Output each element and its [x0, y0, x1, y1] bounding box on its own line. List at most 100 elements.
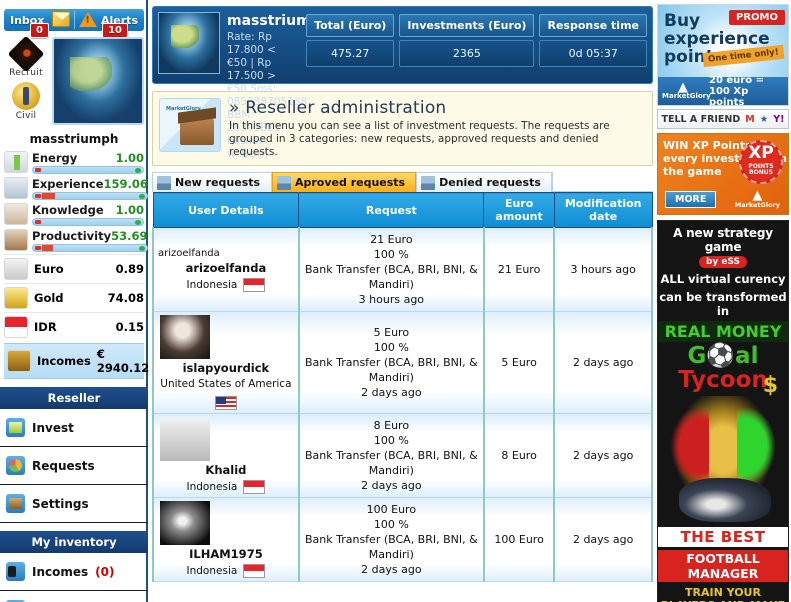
football-boots-icon [679, 478, 771, 522]
column-request[interactable]: Request [298, 192, 485, 228]
incomes-count: (0) [95, 564, 115, 579]
inbox-alerts-bar: Inbox 0 Alerts 10 [4, 9, 145, 38]
knowledge-icon [4, 203, 28, 225]
yahoo-icon[interactable]: Y! [773, 114, 784, 125]
column-user-details[interactable]: User Details [152, 192, 300, 228]
tab-approved-requests[interactable]: Aproved requests [272, 172, 417, 192]
productivity-bar [32, 244, 148, 252]
cell-user-details: arizoelfanda arizoelfanda Indonesia [152, 227, 300, 312]
sidebar-item-referrals[interactable]: Referrals [0, 591, 148, 602]
user-thumbnail[interactable] [160, 417, 210, 461]
flag-indonesia-icon [243, 480, 266, 494]
ad-win-xp-points[interactable]: WIN XP Points for every investment in th… [657, 133, 789, 215]
avatar[interactable] [52, 37, 144, 125]
recruit-button[interactable]: Recruit [7, 35, 45, 78]
productivity-value: 53.69 [111, 229, 148, 243]
tab-new-requests[interactable]: New requests [152, 172, 272, 192]
incomes-summary[interactable]: Incomes € 2940.12 [4, 343, 149, 379]
user-name[interactable]: islapyourdick [158, 361, 294, 375]
stat-response-time-label: Response time [539, 14, 647, 37]
user-thumbnail[interactable] [160, 315, 210, 359]
table-row[interactable]: islapyourdick United States of America 5… [152, 311, 653, 414]
building-icon [421, 175, 436, 190]
gold-value: 74.08 [107, 291, 144, 305]
productivity-icon [4, 229, 28, 251]
goal-tycoon-football-manager: FOOTBALL MANAGER [658, 550, 788, 582]
request-percent: 100 % [373, 434, 409, 447]
stat-investments-value: 2365 [399, 40, 535, 67]
knowledge-value: 1.00 [115, 203, 144, 217]
goal-tycoon-line3: can be transformed in [659, 290, 787, 318]
ad-goal-tycoon[interactable]: A new strategy game by eSS ALL virtual c… [657, 220, 789, 602]
civil-button[interactable]: Civil [12, 82, 40, 121]
idr-label: IDR [34, 320, 57, 334]
goal-tycoon-by-badge: by eSS [698, 256, 748, 268]
knowledge-label: Knowledge [32, 203, 104, 217]
user-name[interactable]: Khalid [158, 463, 294, 477]
euro-icon [4, 258, 28, 280]
right-ad-column: Buy experience points PROMO One time onl… [655, 0, 791, 602]
page-description: In this menu you can see a list of inves… [229, 120, 610, 158]
goal-tycoon-best: THE BEST [658, 527, 788, 547]
request-amount: 8 Euro [373, 419, 410, 432]
table-row[interactable]: Khalid Indonesia 8 Euro 100 % Bank Trans… [152, 413, 653, 498]
stat-investments-euro: Investments (Euro) 2365 [399, 14, 535, 67]
user-country: Indonesia [158, 277, 294, 292]
section-reseller[interactable]: Reseller [0, 387, 148, 409]
cell-modification-date: 3 hours ago [553, 227, 653, 312]
sidebar-item-incomes[interactable]: Incomes (0) [0, 553, 148, 591]
user-name[interactable]: ILHAM1975 [158, 547, 294, 561]
user-thumbnail[interactable] [160, 501, 210, 545]
building-icon [277, 175, 291, 190]
section-my-inventory[interactable]: My inventory [0, 531, 148, 553]
building-icon [157, 175, 171, 190]
page-title: » Reseller administration [229, 98, 447, 118]
user-name[interactable]: arizoelfanda [158, 261, 294, 275]
goal-tycoon-title-green: G⚽al [687, 343, 759, 369]
messenger-icon[interactable]: ★ [760, 114, 769, 125]
country-label: Indonesia [186, 565, 238, 577]
alerts-button[interactable]: Alerts 10 [75, 9, 145, 38]
flag-indonesia-icon [243, 277, 266, 292]
request-percent: 100 % [373, 341, 409, 354]
request-tabs: New requests Aproved requests Denied req… [152, 172, 653, 192]
request-amount: 5 Euro [373, 326, 410, 339]
flag-indonesia-icon [243, 564, 266, 578]
cell-user-details: islapyourdick United States of America [152, 311, 300, 414]
sidebar-item-invest[interactable]: Invest [0, 409, 148, 447]
seal-top-label: XP [748, 143, 774, 163]
marketglory-logo: ▲ MarketGlory [662, 79, 711, 100]
column-modification-date[interactable]: Modification date [553, 192, 653, 228]
more-button[interactable]: MORE [665, 191, 717, 208]
sidebar-item-label: Invest [32, 420, 74, 435]
user-header-avatar[interactable] [158, 12, 220, 74]
tab-denied-requests[interactable]: Denied requests [416, 172, 552, 192]
request-method: Bank Transfer (BCA, BRI, BNI, & Mandiri) [304, 449, 478, 477]
sidebar-item-requests[interactable]: Requests [0, 447, 148, 485]
cell-modification-date: 2 days ago [553, 413, 653, 498]
flag-united-states-icon [214, 396, 237, 410]
stats-panel: Energy 1.00 Experience 159.06 Knowledge … [4, 150, 149, 379]
page-root: Inbox 0 Alerts 10 Recruit [0, 0, 791, 602]
table-row[interactable]: ILHAM1975 Indonesia 100 Euro 100 % Bank … [152, 497, 653, 582]
invest-icon [6, 418, 25, 437]
cell-modification-date: 2 days ago [553, 497, 653, 582]
inbox-button[interactable]: Inbox 0 [4, 9, 74, 38]
tell-a-friend-label: TELL A FRIEND [661, 113, 741, 125]
marketglory-logo: ▲ MarketGlory [735, 189, 780, 209]
column-euro-amount[interactable]: Euro amount [483, 192, 555, 228]
seal-bottom-label: POINTS BONUS [748, 163, 774, 176]
stat-experience: Experience 159.06 [4, 176, 148, 202]
mountain-icon: ▲ [678, 79, 688, 95]
stat-energy: Energy 1.00 [4, 150, 144, 176]
table-row[interactable]: arizoelfanda arizoelfanda Indonesia 21 E… [152, 227, 653, 312]
energy-icon [4, 151, 28, 173]
tell-a-friend-bar[interactable]: TELL A FRIEND M ★ Y! [657, 109, 789, 129]
tab-label: Aproved requests [295, 176, 406, 189]
ad-buy-experience-points[interactable]: Buy experience points PROMO One time onl… [657, 4, 789, 106]
settings-icon [6, 494, 25, 513]
gmail-icon[interactable]: M [745, 114, 754, 125]
tab-filler [551, 172, 653, 192]
sidebar-item-settings[interactable]: Settings [0, 485, 148, 523]
gold-icon [4, 287, 28, 309]
